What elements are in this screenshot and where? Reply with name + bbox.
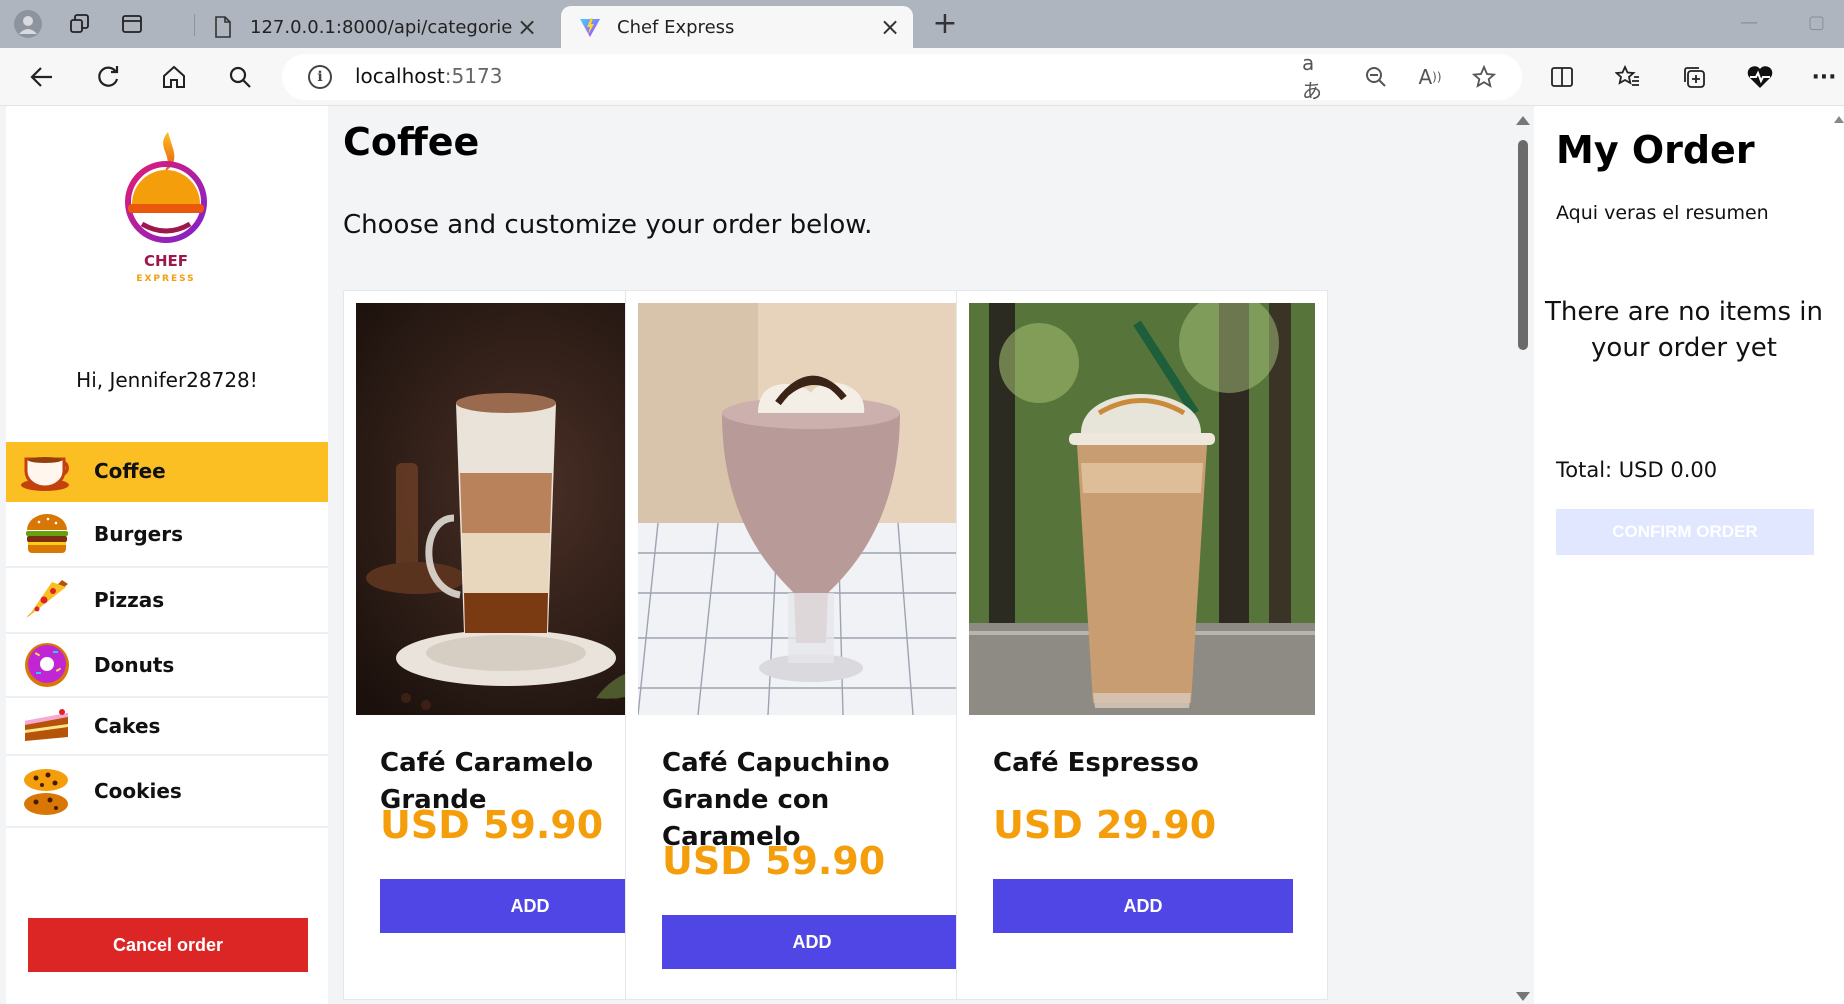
address-bar[interactable]: i localhost:5173 a あ A)) [282, 51, 1522, 103]
read-aloud-icon[interactable]: a あ [1302, 51, 1330, 103]
browser-toolbar: i localhost:5173 a あ A)) ··· [0, 48, 1844, 106]
product-price: USD 29.90 [993, 803, 1217, 847]
iced-frappe-photo [969, 303, 1315, 715]
main-scrollbar[interactable] [1512, 106, 1534, 1004]
reload-icon[interactable] [90, 59, 126, 95]
more-icon[interactable]: ··· [1806, 59, 1842, 95]
category-list: Coffee Burgers Pizzas Donuts Cakes Cooki… [6, 442, 328, 828]
tab-actions-icon[interactable] [116, 8, 148, 40]
burger-icon [18, 505, 76, 563]
cookies-icon [18, 762, 76, 820]
category-title: Coffee [343, 120, 480, 164]
order-summary-panel: My Order Aqui veras el resumen There are… [1534, 106, 1844, 1004]
category-subtitle: Choose and customize your order below. [343, 210, 873, 240]
category-label: Cookies [94, 779, 182, 803]
url-port: :5173 [444, 64, 503, 88]
product-area: Coffee Choose and customize your order b… [328, 106, 1506, 1004]
maximize-icon[interactable]: ▢ [1808, 12, 1825, 33]
user-greeting: Hi, Jennifer28728! [76, 368, 258, 392]
back-icon[interactable] [24, 59, 60, 95]
favorite-star-icon[interactable] [1470, 63, 1498, 91]
tab-title: 127.0.0.1:8000/api/categories [250, 16, 512, 38]
scroll-thumb[interactable] [1518, 140, 1528, 350]
category-cookies[interactable]: Cookies [6, 756, 328, 828]
scroll-down-icon[interactable] [1516, 992, 1530, 1001]
vite-icon [579, 16, 601, 38]
browser-tab-bar: 127.0.0.1:8000/api/categories × Chef Exp… [0, 0, 1844, 48]
milkshake-glass-photo [638, 303, 984, 715]
category-coffee[interactable]: Coffee [6, 442, 328, 502]
split-screen-icon[interactable] [1544, 59, 1580, 95]
close-tab-icon[interactable]: × [512, 13, 542, 41]
favorites-icon[interactable] [1610, 59, 1646, 95]
add-to-order-button[interactable]: ADD [662, 915, 962, 969]
text-to-speech-icon[interactable]: A)) [1416, 63, 1444, 91]
category-label: Coffee [94, 459, 166, 483]
cake-slice-icon [18, 697, 76, 755]
close-tab-icon[interactable]: × [875, 13, 905, 41]
home-icon[interactable] [156, 59, 192, 95]
new-tab-button[interactable]: + [928, 8, 962, 42]
product-price: USD 59.90 [662, 839, 886, 883]
donut-icon [18, 636, 76, 694]
product-card: Café Capuchino Grande con Caramelo USD 5… [625, 290, 997, 1000]
workspaces-icon[interactable] [64, 8, 96, 40]
add-to-order-button[interactable]: ADD [993, 879, 1293, 933]
search-icon[interactable] [222, 59, 258, 95]
order-title: My Order [1556, 128, 1755, 172]
category-burgers[interactable]: Burgers [6, 502, 328, 568]
address-url[interactable]: localhost:5173 [355, 64, 502, 88]
order-subtitle: Aqui veras el resumen [1556, 202, 1769, 224]
health-icon[interactable] [1742, 59, 1778, 95]
category-label: Donuts [94, 653, 175, 677]
coffee-cup-icon [18, 442, 76, 500]
tab-chef-express[interactable]: Chef Express × [561, 6, 913, 48]
collections-icon[interactable] [1676, 59, 1712, 95]
cancel-order-button[interactable]: Cancel order [28, 918, 308, 972]
pizza-slice-icon [18, 571, 76, 629]
tab-api-categories[interactable]: 127.0.0.1:8000/api/categories × [194, 6, 550, 48]
scroll-up-icon[interactable] [1516, 116, 1530, 125]
product-card: Café Espresso USD 29.90 ADD [956, 290, 1328, 1000]
order-total: Total: USD 0.00 [1556, 458, 1718, 482]
category-cakes[interactable]: Cakes [6, 698, 328, 756]
logo-wordmark-express: EXPRESS [136, 274, 195, 284]
logo-wordmark-chef: CHEF [144, 252, 188, 270]
category-donuts[interactable]: Donuts [6, 634, 328, 698]
chef-express-logo: CHEF EXPRESS [102, 128, 232, 308]
category-label: Pizzas [94, 588, 165, 612]
url-host: localhost [355, 64, 445, 88]
category-label: Burgers [94, 522, 183, 546]
profile-icon[interactable] [12, 8, 44, 40]
tab-title: Chef Express [617, 16, 735, 38]
category-label: Cakes [94, 714, 161, 738]
product-name: Café Espresso [993, 748, 1199, 778]
site-info-icon[interactable]: i [308, 65, 332, 89]
category-sidebar: CHEF EXPRESS Hi, Jennifer28728! Coffee B… [6, 106, 328, 1004]
page-icon [212, 16, 234, 38]
empty-order-message: There are no items in your order yet [1545, 297, 1823, 363]
confirm-order-button[interactable]: CONFIRM ORDER [1556, 509, 1814, 555]
zoom-out-icon[interactable] [1362, 63, 1390, 91]
product-price: USD 59.90 [380, 803, 604, 847]
category-pizzas[interactable]: Pizzas [6, 568, 328, 634]
panel-scroll-up-icon[interactable] [1834, 116, 1844, 123]
minimize-icon[interactable]: — [1740, 12, 1758, 33]
